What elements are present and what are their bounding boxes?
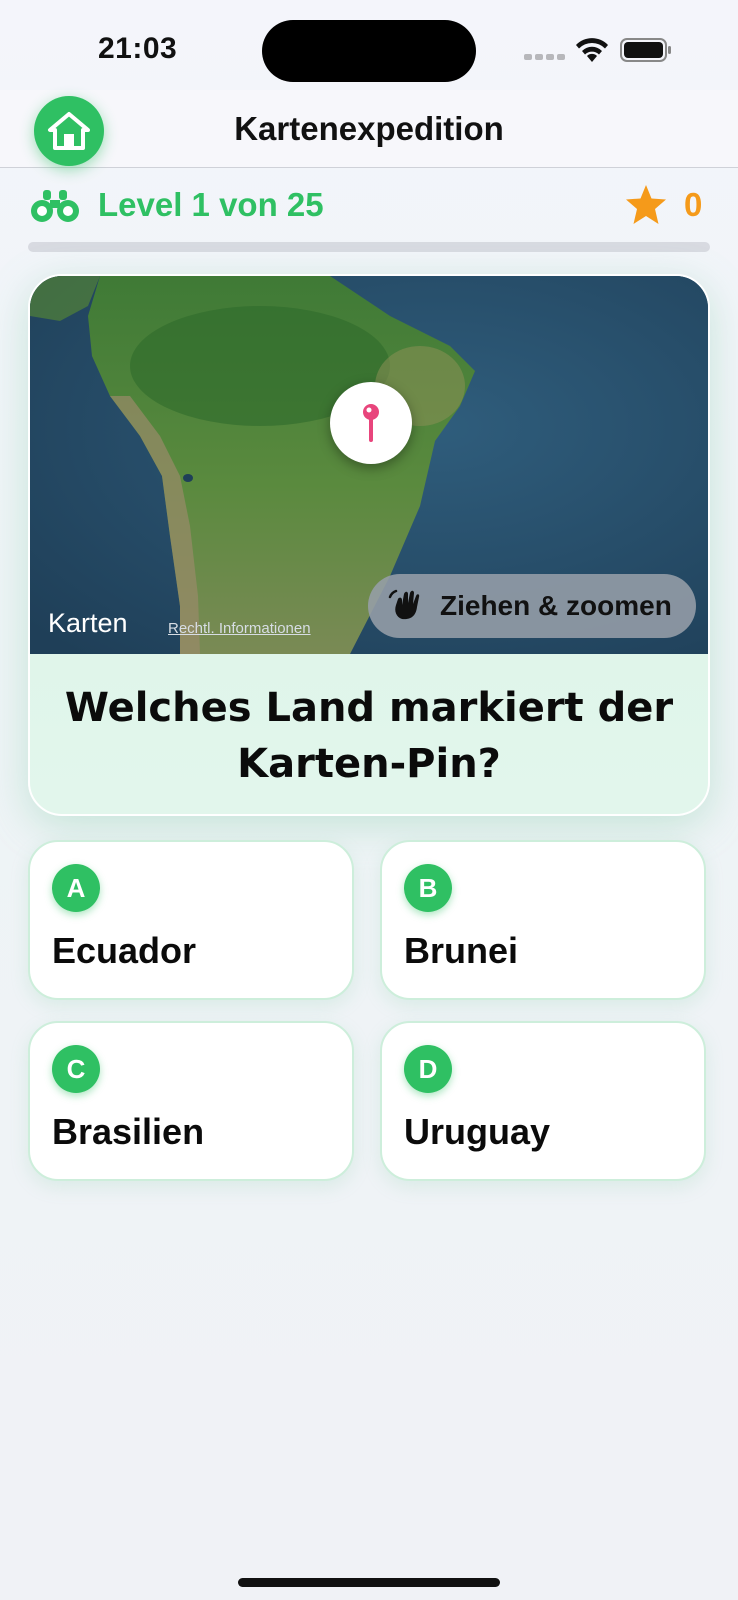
answer-letter-badge: B xyxy=(404,864,452,912)
level-progress-bar xyxy=(28,242,710,252)
maps-logo: Karten xyxy=(46,608,128,639)
legal-info-link[interactable]: Rechtl. Informationen xyxy=(168,620,311,637)
question-card: Karten Rechtl. Informationen Ziehen & zo… xyxy=(28,274,710,816)
status-time: 21:03 xyxy=(98,32,178,65)
nav-bar: Kartenexpedition xyxy=(0,90,738,168)
answer-label: Uruguay xyxy=(404,1111,551,1152)
answer-label: Brasilien xyxy=(52,1111,205,1152)
answer-option-c[interactable]: C Brasilien xyxy=(28,1021,354,1181)
answer-letter-badge: D xyxy=(404,1045,452,1093)
map-pin-icon xyxy=(363,404,379,442)
map-pin xyxy=(330,382,412,464)
level-indicator: Level 1 von 25 xyxy=(98,186,324,223)
dynamic-island xyxy=(262,20,476,82)
maps-logo-text: Karten xyxy=(48,608,128,638)
answer-label: Brunei xyxy=(404,930,519,971)
cellular-signal-icon xyxy=(524,54,565,60)
page-title: Kartenexpedition xyxy=(234,110,504,147)
binoculars-icon xyxy=(31,190,79,222)
map-view[interactable]: Karten Rechtl. Informationen Ziehen & zo… xyxy=(30,276,708,654)
level-row: Level 1 von 25 0 xyxy=(28,184,710,228)
question-text: Welches Land markiert der Karten-Pin? xyxy=(64,685,674,787)
home-indicator[interactable] xyxy=(238,1578,500,1587)
drag-zoom-label: Ziehen & zoomen xyxy=(440,590,672,621)
status-bar: 21:03 xyxy=(0,0,738,90)
answer-option-b[interactable]: B Brunei xyxy=(380,840,706,1000)
answer-label: Ecuador xyxy=(52,930,197,971)
answer-option-d[interactable]: D Uruguay xyxy=(380,1021,706,1181)
answer-option-a[interactable]: A Ecuador xyxy=(28,840,354,1000)
score-count: 0 xyxy=(684,186,703,223)
answer-letter-badge: C xyxy=(52,1045,100,1093)
hand-drag-icon xyxy=(388,589,420,620)
wifi-icon xyxy=(576,38,608,62)
answer-letter-badge: A xyxy=(52,864,100,912)
star-icon xyxy=(626,185,666,224)
drag-zoom-hint: Ziehen & zoomen xyxy=(368,574,696,638)
battery-icon xyxy=(620,38,671,62)
